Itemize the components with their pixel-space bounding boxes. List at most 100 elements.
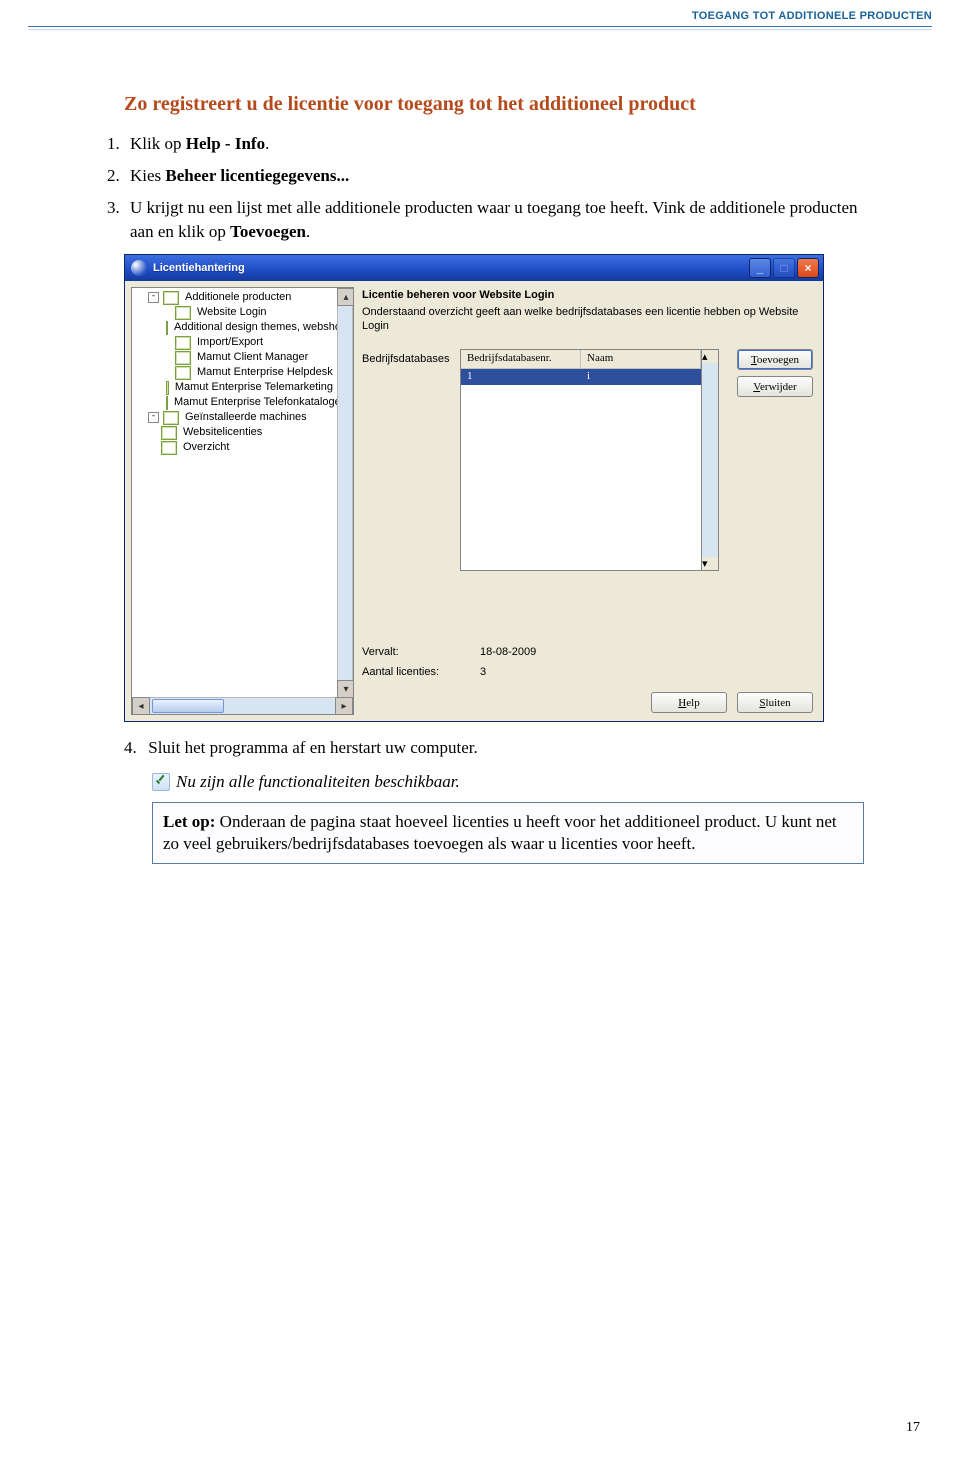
- module-icon: [175, 336, 191, 350]
- btn-label: oevoegen: [757, 354, 799, 366]
- module-icon: [175, 351, 191, 365]
- page-header-title: TOEGANG TOT ADDITIONELE PRODUCTEN: [692, 10, 932, 22]
- vervalt-row: Vervalt: 18-08-2009: [362, 646, 813, 658]
- detail-pane: Licentie beheren voor Website Login Onde…: [358, 281, 823, 721]
- toevoegen-button[interactable]: Toevoegen: [737, 349, 813, 370]
- tree-root[interactable]: - Additionele producten: [148, 290, 335, 305]
- tree-item-label: Mamut Enterprise Telefonkatalogen Be: [172, 395, 337, 410]
- tree-horizontal-scrollbar[interactable]: ◂ ▸: [132, 698, 353, 714]
- module-icon: [166, 381, 169, 395]
- scroll-track[interactable]: [337, 306, 353, 680]
- aantal-row: Aantal licenties: 3: [362, 666, 813, 678]
- module-icon: [166, 321, 168, 335]
- col-header-nr[interactable]: Bedrijfsdatabasenr.: [461, 350, 581, 368]
- help-button[interactable]: Help: [651, 692, 727, 713]
- module-icon: [175, 366, 191, 380]
- step-4-number: 4.: [124, 736, 144, 760]
- tree-item[interactable]: Overzicht: [148, 440, 335, 455]
- tree-item-label: Import/Export: [195, 335, 265, 350]
- table-vertical-scrollbar[interactable]: ▴ ▾: [702, 349, 719, 571]
- module-icon: [163, 411, 179, 425]
- app-icon: [131, 260, 147, 276]
- step-1-bold: Help - Info: [186, 134, 265, 153]
- step-3-bold: Toevoegen: [230, 222, 306, 241]
- xp-titlebar[interactable]: Licentiehantering _ □ ×: [125, 255, 823, 281]
- tree-item[interactable]: Mamut Enterprise Telefonkatalogen Be: [162, 395, 335, 410]
- step-4-text: Sluit het programma af en herstart uw co…: [148, 738, 478, 757]
- tree-root-label: Additionele producten: [183, 290, 293, 305]
- tree-item[interactable]: Mamut Enterprise Telemarketing: [162, 380, 335, 395]
- tree-item-label: Websitelicenties: [181, 425, 264, 440]
- checkmark-icon: [152, 773, 170, 791]
- module-icon: [163, 291, 179, 305]
- scroll-up-icon[interactable]: ▴: [702, 350, 718, 363]
- scroll-track[interactable]: [150, 697, 335, 715]
- btn-label: elp: [686, 697, 699, 709]
- collapse-icon[interactable]: -: [148, 412, 159, 423]
- aantal-value: 3: [480, 666, 486, 678]
- step-1-text-c: .: [265, 134, 269, 153]
- steps-list: Klik op Help - Info. Kies Beheer licenti…: [102, 132, 864, 244]
- note: Nu zijn alle functionaliteiten beschikba…: [152, 770, 864, 794]
- scroll-right-icon[interactable]: ▸: [335, 697, 353, 715]
- detail-subtitle: Onderstaand overzicht geeft aan welke be…: [362, 305, 813, 333]
- cell-naam: i: [581, 369, 701, 385]
- scroll-up-icon[interactable]: ▴: [337, 288, 354, 306]
- module-icon: [161, 441, 177, 455]
- section-title: Zo registreert u de licentie voor toegan…: [124, 90, 864, 118]
- window-title: Licentiehantering: [153, 262, 749, 274]
- col-header-naam[interactable]: Naam: [581, 350, 701, 368]
- tree-item[interactable]: Import/Export: [162, 335, 335, 350]
- tree-item[interactable]: Websitelicenties: [148, 425, 335, 440]
- scroll-left-icon[interactable]: ◂: [132, 697, 150, 715]
- step-2: Kies Beheer licentiegegevens...: [124, 164, 864, 188]
- tree-item[interactable]: Website Login: [162, 305, 335, 320]
- step-2-text-a: Kies: [130, 166, 165, 185]
- callout-lead: Let op:: [163, 812, 215, 831]
- scroll-down-icon[interactable]: ▾: [337, 680, 354, 698]
- step-1: Klik op Help - Info.: [124, 132, 864, 156]
- maximize-button[interactable]: □: [773, 258, 795, 278]
- header-rule: [28, 26, 932, 27]
- tree-item-label: Website Login: [195, 305, 269, 320]
- step-1-text-a: Klik op: [130, 134, 186, 153]
- step-3: U krijgt nu een lijst met alle additione…: [124, 196, 864, 244]
- scroll-thumb[interactable]: [152, 699, 224, 713]
- module-icon: [175, 306, 191, 320]
- xp-window: Licentiehantering _ □ × - Additionele pro…: [124, 254, 824, 722]
- db-table[interactable]: Bedrijfsdatabasenr. Naam 1 i: [460, 349, 702, 571]
- tree-item[interactable]: Mamut Enterprise Helpdesk: [162, 365, 335, 380]
- db-label: Bedrijfsdatabases: [362, 349, 460, 365]
- collapse-icon[interactable]: -: [148, 292, 159, 303]
- scroll-down-icon[interactable]: ▾: [702, 557, 718, 570]
- module-icon: [166, 396, 168, 410]
- minimize-button[interactable]: _: [749, 258, 771, 278]
- page-number: 17: [906, 1420, 920, 1436]
- tree-item-label: Additional design themes, webshop: [172, 320, 337, 335]
- verwijder-button[interactable]: Verwijder: [737, 376, 813, 397]
- callout-box: Let op: Onderaan de pagina staat hoeveel…: [152, 802, 864, 864]
- tree-item-label: Geïnstalleerde machines: [183, 410, 309, 425]
- tree-item-label: Mamut Client Manager: [195, 350, 310, 365]
- sluiten-button[interactable]: Sluiten: [737, 692, 813, 713]
- step-3-text-c: .: [306, 222, 310, 241]
- tree-item-label: Mamut Enterprise Telemarketing: [173, 380, 335, 395]
- vervalt-value: 18-08-2009: [480, 646, 536, 658]
- step-4: 4. Sluit het programma af en herstart uw…: [102, 736, 864, 760]
- btn-label: erwijder: [760, 381, 797, 393]
- cell-nr: 1: [461, 369, 581, 385]
- tree-item[interactable]: Mamut Client Manager: [162, 350, 335, 365]
- tree-item[interactable]: Additional design themes, webshop: [162, 320, 335, 335]
- step-2-bold: Beheer licentiegegevens...: [165, 166, 349, 185]
- tree-item-label: Overzicht: [181, 440, 231, 455]
- btn-label: luiten: [766, 697, 791, 709]
- tree-item-label: Mamut Enterprise Helpdesk: [195, 365, 335, 380]
- note-text: Nu zijn alle functionaliteiten beschikba…: [176, 770, 460, 794]
- scroll-track[interactable]: [702, 363, 718, 557]
- close-button[interactable]: ×: [797, 258, 819, 278]
- tree-vertical-scrollbar[interactable]: ▴ ▾: [337, 288, 353, 698]
- tree-item[interactable]: - Geïnstalleerde machines: [148, 410, 335, 425]
- tree-pane: - Additionele producten Website Login Add…: [131, 287, 354, 715]
- module-icon: [161, 426, 177, 440]
- table-row[interactable]: 1 i: [461, 369, 701, 385]
